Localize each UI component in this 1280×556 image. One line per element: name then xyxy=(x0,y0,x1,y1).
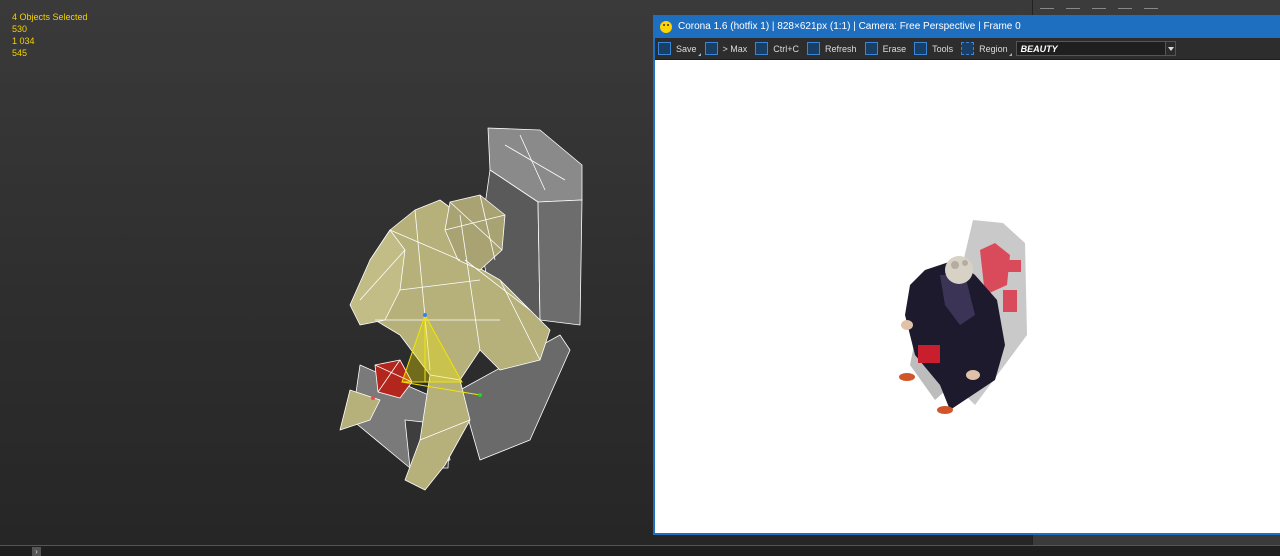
region-button[interactable]: Region xyxy=(958,40,1012,57)
save-button[interactable]: Save xyxy=(655,40,701,57)
save-label: Save xyxy=(676,43,697,54)
erase-icon xyxy=(864,42,878,55)
stats-selected: 4 Objects Selected xyxy=(12,12,88,22)
tab-icon[interactable] xyxy=(1040,0,1054,9)
render-canvas xyxy=(655,60,1280,533)
stats-value-1: 530 xyxy=(12,24,28,34)
refresh-label: Refresh xyxy=(825,43,857,54)
save-icon xyxy=(658,42,671,55)
stats-value-2: 1 034 xyxy=(12,36,35,46)
tab-icon[interactable] xyxy=(1144,0,1158,9)
status-bar: › xyxy=(0,545,1280,556)
tab-icon[interactable] xyxy=(1092,0,1106,9)
tools-label: Tools xyxy=(932,43,954,54)
copy-button[interactable]: Ctrl+C xyxy=(752,40,803,57)
render-window-title: Corona 1.6 (hotfix 1) | 828×621px (1:1) … xyxy=(678,21,1021,32)
copy-label: Ctrl+C xyxy=(773,43,800,54)
wireframe-model[interactable] xyxy=(330,120,600,500)
render-element-select[interactable]: BEAUTY xyxy=(1015,41,1166,56)
tools-button[interactable]: Tools xyxy=(911,40,957,57)
stats-value-3: 545 xyxy=(12,48,28,58)
selection-stats: 4 Objects Selected 530 1 034 545 xyxy=(12,11,88,59)
tab-icon[interactable] xyxy=(1066,0,1080,9)
render-window-titlebar[interactable]: Corona 1.6 (hotfix 1) | 828×621px (1:1) … xyxy=(655,15,1280,38)
region-icon xyxy=(961,42,975,55)
erase-button[interactable]: Erase xyxy=(862,40,911,57)
command-panel-tabs[interactable] xyxy=(1040,0,1158,10)
corona-logo-icon xyxy=(660,20,672,33)
tab-icon[interactable] xyxy=(1118,0,1132,9)
render-window[interactable]: Corona 1.6 (hotfix 1) | 828×621px (1:1) … xyxy=(653,15,1280,535)
send-to-max-button[interactable]: > Max xyxy=(702,40,752,57)
max-icon xyxy=(704,42,718,55)
rendered-image xyxy=(899,220,1027,414)
render-toolbar: Save > Max Ctrl+C Refresh Erase Tools Re… xyxy=(655,38,1280,60)
copy-icon xyxy=(755,42,769,55)
erase-label: Erase xyxy=(882,43,907,54)
region-label: Region xyxy=(979,43,1008,54)
gear-icon xyxy=(914,42,928,55)
chevron-down-icon[interactable] xyxy=(1165,41,1176,56)
refresh-button[interactable]: Refresh xyxy=(804,40,861,57)
refresh-icon xyxy=(807,42,821,55)
max-label: > Max xyxy=(722,43,748,54)
